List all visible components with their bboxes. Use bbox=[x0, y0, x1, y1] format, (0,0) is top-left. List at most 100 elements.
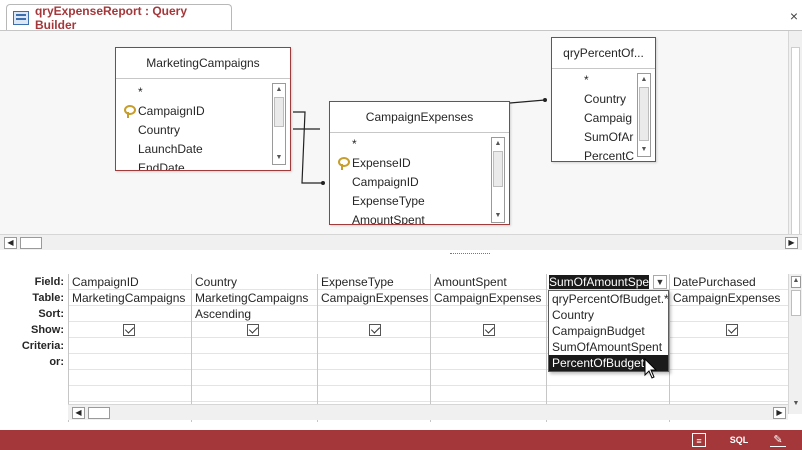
empty-cell[interactable] bbox=[670, 370, 788, 386]
grid-column[interactable]: DatePurchased CampaignExpenses bbox=[669, 274, 788, 422]
scroll-right-icon[interactable]: ▶ bbox=[785, 237, 798, 249]
scroll-up-icon[interactable]: ▲ bbox=[791, 276, 801, 288]
criteria-cell[interactable] bbox=[318, 338, 430, 354]
scroll-thumb[interactable] bbox=[20, 237, 42, 249]
scroll-left-icon[interactable]: ◀ bbox=[4, 237, 17, 249]
scroll-down-icon[interactable]: ▼ bbox=[273, 152, 285, 164]
empty-cell[interactable] bbox=[547, 386, 669, 402]
scroll-thumb[interactable] bbox=[88, 407, 110, 419]
field-list-item[interactable]: ExpenseType bbox=[330, 192, 509, 211]
design-view-icon[interactable]: ✎ bbox=[770, 433, 786, 447]
pane-splitter[interactable] bbox=[0, 250, 802, 258]
design-pane-horizontal-scrollbar[interactable]: ◀ ▶ bbox=[0, 234, 802, 250]
field-list-item[interactable]: AmountSpent bbox=[330, 211, 509, 224]
splitter-grip[interactable] bbox=[450, 253, 490, 255]
grid-column[interactable]: CampaignID MarketingCampaigns bbox=[68, 274, 191, 422]
field-list-item[interactable]: EndDate bbox=[116, 159, 290, 170]
scroll-thumb[interactable] bbox=[493, 151, 503, 187]
empty-cell[interactable] bbox=[670, 386, 788, 402]
field-cell[interactable]: DatePurchased bbox=[670, 274, 788, 290]
table-cell[interactable]: CampaignExpenses bbox=[318, 290, 430, 306]
sort-cell[interactable] bbox=[670, 306, 788, 322]
empty-cell[interactable] bbox=[69, 386, 191, 402]
field-list-item[interactable]: CampaignID bbox=[330, 173, 509, 192]
field-cell[interactable]: CampaignID bbox=[69, 274, 191, 290]
table-cell[interactable]: CampaignExpenses bbox=[670, 290, 788, 306]
scroll-up-icon[interactable]: ▲ bbox=[492, 138, 504, 150]
grid-column[interactable]: ExpenseType CampaignExpenses bbox=[317, 274, 430, 422]
show-checkbox[interactable] bbox=[369, 324, 381, 336]
scroll-thumb[interactable] bbox=[791, 290, 801, 316]
field-cell[interactable]: Country bbox=[192, 274, 317, 290]
scroll-down-icon[interactable]: ▼ bbox=[638, 144, 650, 156]
dropdown-option[interactable]: SumOfAmountSpent bbox=[549, 339, 668, 355]
dropdown-option[interactable]: CampaignBudget bbox=[549, 323, 668, 339]
table-cell[interactable]: MarketingCampaigns bbox=[69, 290, 191, 306]
close-icon[interactable]: × bbox=[790, 8, 798, 24]
field-list-item[interactable]: * bbox=[116, 83, 290, 102]
grid-column[interactable]: Country MarketingCampaigns Ascending bbox=[191, 274, 317, 422]
table-cell[interactable]: CampaignExpenses bbox=[431, 290, 546, 306]
empty-cell[interactable] bbox=[431, 370, 546, 386]
grid-column[interactable]: AmountSpent CampaignExpenses bbox=[430, 274, 546, 422]
empty-cell[interactable] bbox=[318, 386, 430, 402]
scroll-up-icon[interactable]: ▲ bbox=[273, 84, 285, 96]
criteria-cell[interactable] bbox=[69, 338, 191, 354]
sort-cell[interactable] bbox=[69, 306, 191, 322]
table-marketingcampaigns[interactable]: MarketingCampaigns * CampaignID Country … bbox=[115, 47, 291, 171]
field-cell[interactable]: AmountSpent bbox=[431, 274, 546, 290]
or-cell[interactable] bbox=[431, 354, 546, 370]
field-list-item[interactable]: LaunchDate bbox=[116, 140, 290, 159]
table-campaignexpenses[interactable]: CampaignExpenses * ExpenseID CampaignID … bbox=[329, 101, 510, 225]
dropdown-option[interactable]: qryPercentOfBudget.* bbox=[549, 291, 668, 307]
empty-cell[interactable] bbox=[318, 370, 430, 386]
field-cell[interactable]: ExpenseType bbox=[318, 274, 430, 290]
dropdown-option[interactable]: Country bbox=[549, 307, 668, 323]
table-qrypercentofbudget[interactable]: qryPercentOf... * Country Campaig SumOfA… bbox=[551, 37, 656, 162]
show-checkbox[interactable] bbox=[247, 324, 259, 336]
grid-vertical-scrollbar[interactable]: ▲ ▼ bbox=[788, 274, 802, 414]
empty-cell[interactable] bbox=[192, 370, 317, 386]
criteria-cell[interactable] bbox=[670, 338, 788, 354]
or-cell[interactable] bbox=[670, 354, 788, 370]
empty-cell[interactable] bbox=[431, 386, 546, 402]
scroll-thumb[interactable] bbox=[274, 97, 284, 127]
scroll-up-icon[interactable]: ▲ bbox=[638, 74, 650, 86]
field-edit-text[interactable]: SumOfAmountSpe bbox=[549, 275, 650, 289]
sql-view-button[interactable]: SQL bbox=[729, 433, 749, 447]
table-cell[interactable]: MarketingCampaigns bbox=[192, 290, 317, 306]
sort-cell[interactable] bbox=[431, 306, 546, 322]
scroll-thumb[interactable] bbox=[791, 47, 800, 237]
show-checkbox[interactable] bbox=[483, 324, 495, 336]
table-scrollbar[interactable]: ▲ ▼ bbox=[272, 83, 286, 165]
design-pane-vertical-scrollbar[interactable] bbox=[788, 31, 802, 237]
query-builder-tab[interactable]: qryExpenseReport : Query Builder bbox=[6, 4, 232, 32]
empty-cell[interactable] bbox=[192, 386, 317, 402]
or-cell[interactable] bbox=[318, 354, 430, 370]
datasheet-view-icon[interactable]: ≡ bbox=[692, 433, 706, 447]
criteria-cell[interactable] bbox=[431, 338, 546, 354]
field-list-item[interactable]: ExpenseID bbox=[330, 154, 509, 173]
table-scrollbar[interactable]: ▲ ▼ bbox=[637, 73, 651, 157]
grid-horizontal-scrollbar[interactable]: ◀ ▶ bbox=[68, 404, 788, 420]
scroll-down-icon[interactable]: ▼ bbox=[492, 210, 504, 222]
sort-cell[interactable] bbox=[318, 306, 430, 322]
or-cell[interactable] bbox=[192, 354, 317, 370]
chevron-down-icon[interactable]: ▼ bbox=[653, 275, 667, 289]
criteria-cell[interactable] bbox=[192, 338, 317, 354]
scroll-left-icon[interactable]: ◀ bbox=[72, 407, 85, 419]
scroll-thumb[interactable] bbox=[639, 87, 649, 141]
scroll-down-icon[interactable]: ▼ bbox=[791, 400, 801, 412]
show-checkbox[interactable] bbox=[726, 324, 738, 336]
or-cell[interactable] bbox=[69, 354, 191, 370]
field-list-item[interactable]: * bbox=[330, 135, 509, 154]
table-scrollbar[interactable]: ▲ ▼ bbox=[491, 137, 505, 223]
field-cell-active[interactable]: SumOfAmountSpe ▼ bbox=[547, 274, 669, 290]
show-checkbox[interactable] bbox=[123, 324, 135, 336]
sort-cell[interactable]: Ascending bbox=[192, 306, 317, 322]
field-list-item[interactable]: CampaignID bbox=[116, 102, 290, 121]
empty-cell[interactable] bbox=[69, 370, 191, 386]
scroll-right-icon[interactable]: ▶ bbox=[773, 407, 786, 419]
query-icon bbox=[13, 10, 29, 25]
field-list-item[interactable]: Country bbox=[116, 121, 290, 140]
